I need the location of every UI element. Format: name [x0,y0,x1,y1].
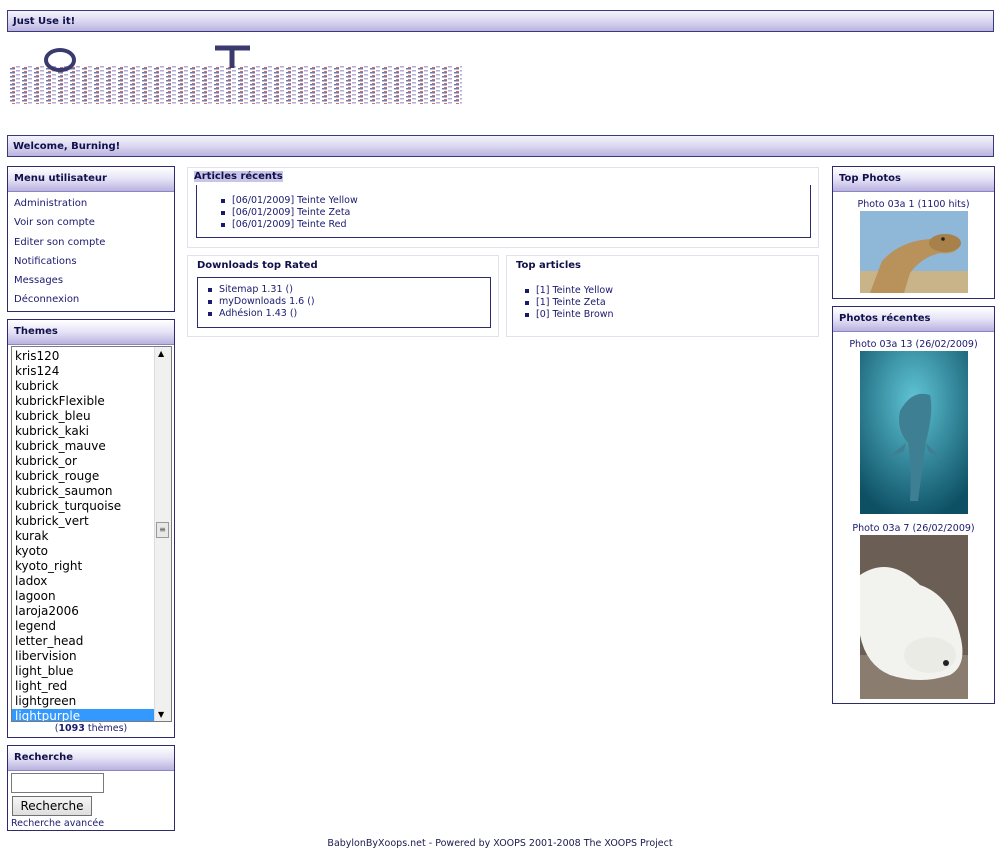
downloads-list-box: Sitemap 1.31 () myDownloads 1.6 () Adhés… [197,277,491,328]
theme-option[interactable]: light_red [12,679,171,694]
theme-option[interactable]: kyoto_right [12,559,171,574]
theme-option[interactable]: kubrick_kaki [12,424,171,439]
list-item[interactable]: [06/01/2009] Teinte Red [221,219,358,231]
theme-option-selected[interactable]: lightpurple [12,709,171,721]
site-title-bar: Just Use it! [7,10,994,32]
recent-photos-title: Photos récentes [833,307,994,332]
theme-option[interactable]: kyoto [12,544,171,559]
search-title: Recherche [8,746,174,771]
list-item[interactable]: [0] Teinte Brown [525,309,614,321]
recent-articles-title: Articles récents [194,171,283,182]
theme-option[interactable]: libervision [12,649,171,664]
search-input[interactable] [11,773,104,793]
theme-option[interactable]: kubrick_vert [12,514,171,529]
theme-option[interactable]: kubrickFlexible [12,394,171,409]
top-photos-block: Top Photos Photo 03a 1 (1100 hits) [832,166,995,299]
theme-option[interactable]: lightgreen [12,694,171,709]
list-item[interactable]: Adhésion 1.43 () [208,308,315,320]
theme-option[interactable]: kris120 [12,349,171,364]
theme-option[interactable]: ladox [12,574,171,589]
recent-articles-block: Articles récents [06/01/2009] Teinte Yel… [187,167,819,248]
theme-option[interactable]: laroja2006 [12,604,171,619]
photo-caption[interactable]: Photo 03a 1 (1100 hits) [833,198,994,211]
themes-block: Themes kris120 kris124 kubrick kubrickFl… [7,319,175,738]
polar-bear-photo-icon[interactable] [859,535,968,699]
site-logo [10,45,462,104]
list-item[interactable]: myDownloads 1.6 () [208,296,315,308]
theme-option[interactable]: kurak [12,529,171,544]
scroll-up-arrow-icon[interactable]: ▲ [158,349,164,358]
top-photos-title: Top Photos [833,167,994,192]
theme-option[interactable]: kubrick_bleu [12,409,171,424]
top-articles-title: Top articles [516,260,581,271]
recent-photos-block: Photos récentes Photo 03a 13 (26/02/2009… [832,306,995,704]
footer: BabylonByXoops.net - Powered by XOOPS 20… [327,838,673,849]
menu-item-logout[interactable]: Déconnexion [8,290,174,309]
dolphin-photo-icon[interactable] [859,351,968,514]
menu-item-edit-account[interactable]: Editer son compte [8,233,174,252]
search-button[interactable]: Recherche [12,796,92,816]
theme-option[interactable]: kubrick_or [12,454,171,469]
menu-item-administration[interactable]: Administration [8,194,174,213]
list-item[interactable]: [1] Teinte Yellow [525,285,614,297]
theme-count: (1093 thèmes) [54,723,128,734]
list-item[interactable]: Sitemap 1.31 () [208,284,315,296]
scroll-down-arrow-icon[interactable]: ▼ [158,710,164,719]
theme-option[interactable]: kubrick [12,379,171,394]
menu-item-messages[interactable]: Messages [8,271,174,290]
photo-caption[interactable]: Photo 03a 13 (26/02/2009) [833,338,994,351]
theme-option[interactable]: lagoon [12,589,171,604]
menu-item-view-account[interactable]: Voir son compte [8,213,174,232]
camel-photo-icon[interactable] [859,211,968,293]
theme-option[interactable]: light_blue [12,664,171,679]
theme-select-list[interactable]: kris120 kris124 kubrick kubrickFlexible … [11,346,172,722]
user-menu-title: Menu utilisateur [8,167,174,192]
menu-item-notifications[interactable]: Notifications [8,252,174,271]
list-item[interactable]: [06/01/2009] Teinte Zeta [221,207,358,219]
search-block: Recherche Recherche Recherche avancée [7,745,175,831]
theme-option[interactable]: kubrick_mauve [12,439,171,454]
downloads-top-rated-title: Downloads top Rated [197,260,318,271]
theme-option[interactable]: kris124 [12,364,171,379]
scroll-thumb[interactable]: ≡ [156,522,169,538]
top-articles-block: Top articles [1] Teinte Yellow [1] Teint… [506,255,819,337]
user-menu-block: Menu utilisateur Administration Voir son… [7,166,175,312]
theme-option[interactable]: legend [12,619,171,634]
welcome-bar: Welcome, Burning! [7,135,994,157]
recent-articles-list-box: [06/01/2009] Teinte Yellow [06/01/2009] … [196,185,811,238]
themes-title: Themes [8,320,174,345]
theme-option[interactable]: letter_head [12,634,171,649]
theme-list-scrollbar[interactable]: ▲ ≡ ▼ [154,347,171,721]
downloads-top-rated-block: Downloads top Rated Sitemap 1.31 () myDo… [187,255,499,337]
advanced-search-link[interactable]: Recherche avancée [11,818,104,829]
list-item[interactable]: [1] Teinte Zeta [525,297,614,309]
theme-option[interactable]: kubrick_turquoise [12,499,171,514]
list-item[interactable]: [06/01/2009] Teinte Yellow [221,195,358,207]
theme-option[interactable]: kubrick_saumon [12,484,171,499]
photo-caption[interactable]: Photo 03a 7 (26/02/2009) [833,522,994,535]
theme-option[interactable]: kubrick_rouge [12,469,171,484]
